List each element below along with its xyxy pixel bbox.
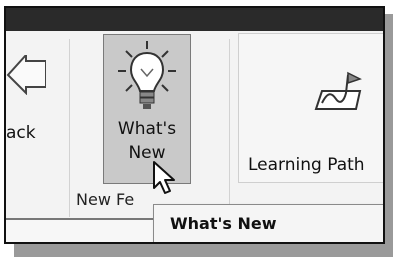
arrow-left-icon	[6, 55, 46, 95]
whats-new-label-line1: What's	[117, 119, 177, 139]
lightbulb-icon	[118, 41, 176, 109]
panel-separator	[229, 39, 230, 217]
group-label-new-features: New Fe	[76, 190, 135, 209]
learning-path-button[interactable]: Learning Path	[238, 33, 383, 183]
flag-path-icon	[314, 71, 362, 110]
title-bar	[6, 8, 383, 31]
screenshot-frame: ack What's New New Fe Learning Path What…	[4, 6, 385, 244]
panel-separator	[69, 39, 70, 217]
back-label: ack	[6, 123, 36, 143]
back-button[interactable]: ack	[6, 33, 62, 183]
mouse-pointer-icon	[153, 161, 175, 194]
learning-path-label: Learning Path	[248, 155, 365, 175]
tooltip: What's New	[153, 204, 383, 242]
tooltip-text: What's New	[170, 214, 277, 233]
